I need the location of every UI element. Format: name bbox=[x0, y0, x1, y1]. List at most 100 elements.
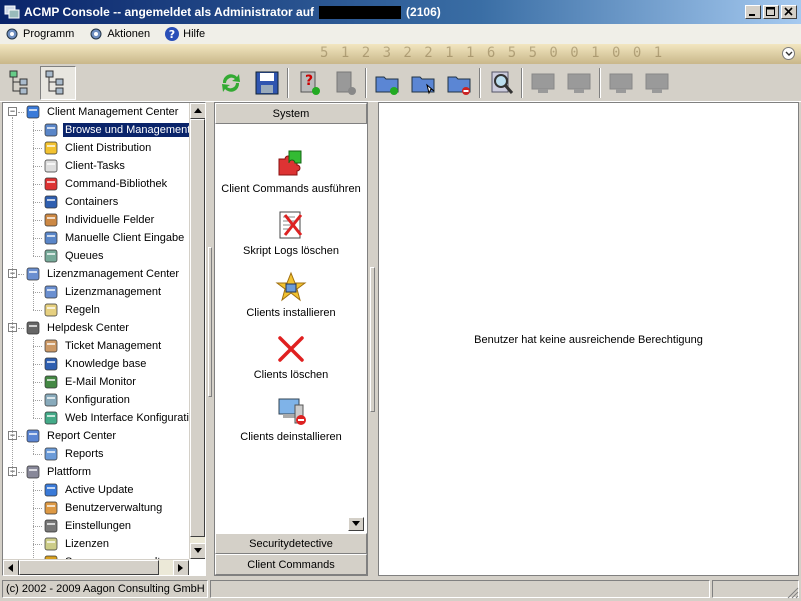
report-icon bbox=[44, 447, 58, 461]
tree-item[interactable]: Regeln bbox=[43, 301, 102, 319]
tree-item[interactable]: Client-Tasks bbox=[43, 157, 127, 175]
tree-view-button[interactable] bbox=[4, 66, 40, 100]
action-clients-deinstallieren[interactable]: Clients deinstallieren bbox=[215, 395, 367, 443]
tree-item[interactable]: Reports bbox=[43, 445, 106, 463]
tree-item[interactable]: Active Update bbox=[43, 481, 135, 499]
tree-item[interactable]: Client Distribution bbox=[43, 139, 153, 157]
tree-connector bbox=[33, 130, 42, 131]
toolbar-separator bbox=[521, 68, 523, 98]
tree-group-3[interactable]: Report Center bbox=[25, 427, 118, 445]
tree-item-label: Benutzerverwaltung bbox=[65, 502, 163, 514]
computer-remove-icon bbox=[336, 71, 356, 95]
computer-action-button-4[interactable] bbox=[639, 66, 675, 100]
tree-item[interactable]: Queues bbox=[43, 247, 106, 265]
menu-programm[interactable]: Programm bbox=[4, 26, 74, 42]
toolbar-separator bbox=[479, 68, 481, 98]
navigation-tree: − Client Management Center Browse und Mana… bbox=[2, 102, 206, 576]
close-button[interactable] bbox=[781, 5, 797, 19]
refresh-button[interactable] bbox=[213, 66, 249, 100]
save-button[interactable] bbox=[249, 66, 285, 100]
tree-splitter[interactable] bbox=[206, 102, 214, 576]
action-clients-loeschen[interactable]: Clients löschen bbox=[215, 333, 367, 381]
folder-remove-button[interactable] bbox=[441, 66, 477, 100]
app-icon bbox=[4, 5, 20, 19]
scroll-thumb[interactable] bbox=[19, 560, 159, 575]
folder-open-button[interactable] bbox=[405, 66, 441, 100]
resize-grip-icon[interactable] bbox=[787, 587, 799, 599]
group-header-client-commands[interactable]: Client Commands bbox=[215, 554, 367, 575]
tree-item[interactable]: Ticket Management bbox=[43, 337, 163, 355]
tree-item[interactable]: Browse und Management bbox=[43, 121, 193, 139]
delete-log-icon bbox=[279, 211, 303, 239]
group-header-system[interactable]: System bbox=[215, 103, 367, 124]
computer-action-button-1[interactable] bbox=[525, 66, 561, 100]
banner-collapse-button[interactable] bbox=[782, 47, 795, 60]
tree-item[interactable]: Lizenzen bbox=[43, 535, 111, 553]
tree-group-1[interactable]: Lizenzmanagement Center bbox=[25, 265, 181, 283]
settings-icon bbox=[44, 519, 58, 533]
computer-remove-button[interactable] bbox=[327, 66, 363, 100]
scroll-up-button[interactable] bbox=[190, 103, 205, 119]
action-client-commands[interactable]: Client Commands ausführen bbox=[215, 147, 367, 195]
tree-group-4[interactable]: Plattform bbox=[25, 463, 93, 481]
computer-help-icon: ? bbox=[300, 71, 320, 95]
star-icon bbox=[275, 271, 307, 302]
tree-connector bbox=[33, 364, 42, 365]
tree-group-2[interactable]: Helpdesk Center bbox=[25, 319, 131, 337]
rules-icon bbox=[44, 303, 58, 317]
queue-icon bbox=[44, 249, 58, 263]
tree-item-label: Knowledge base bbox=[65, 358, 147, 370]
tree-item[interactable]: Manuelle Client Eingabe bbox=[43, 229, 186, 247]
tree-item[interactable]: Lizenzmanagement bbox=[43, 283, 163, 301]
minimize-button[interactable] bbox=[745, 5, 761, 19]
action-clients-installieren[interactable]: Clients installieren bbox=[215, 271, 367, 319]
tree-item[interactable]: Benutzerverwaltung bbox=[43, 499, 164, 517]
computer-action-button-3[interactable] bbox=[603, 66, 639, 100]
config-icon bbox=[44, 393, 58, 407]
license-icon bbox=[26, 267, 40, 281]
tree-item[interactable]: Individuelle Felder bbox=[43, 211, 156, 229]
tree-view-alt-button[interactable] bbox=[40, 66, 76, 100]
scroll-left-button[interactable] bbox=[3, 560, 19, 575]
tree-item[interactable]: Web Interface Konfiguration bbox=[43, 409, 203, 427]
splitter-grip[interactable] bbox=[370, 267, 375, 412]
maximize-button[interactable] bbox=[763, 5, 779, 19]
menu-bar: Programm Aktionen ? Hilfe bbox=[0, 24, 801, 44]
content-splitter[interactable] bbox=[368, 102, 378, 576]
tree-item[interactable]: Containers bbox=[43, 193, 120, 211]
tree-item[interactable]: Einstellungen bbox=[43, 517, 133, 535]
tree-item[interactable]: E-Mail Monitor bbox=[43, 373, 138, 391]
tree-horizontal-scrollbar[interactable] bbox=[3, 559, 189, 575]
computer-help-button[interactable]: ? bbox=[291, 66, 327, 100]
scroll-down-button[interactable] bbox=[190, 543, 205, 559]
action-skript-logs-loeschen[interactable]: Skript Logs löschen bbox=[215, 209, 367, 257]
tree-connector bbox=[33, 283, 34, 310]
status-cell-main bbox=[210, 580, 710, 598]
tree-connector bbox=[33, 238, 42, 239]
redacted-hostname bbox=[319, 5, 402, 19]
tree-expander[interactable]: − bbox=[8, 107, 17, 116]
menu-aktionen[interactable]: Aktionen bbox=[88, 26, 150, 42]
scroll-thumb[interactable] bbox=[190, 119, 205, 537]
menu-hilfe[interactable]: ? Hilfe bbox=[164, 26, 205, 42]
tree-vertical-scrollbar[interactable] bbox=[189, 103, 205, 559]
computer-action-button-2[interactable] bbox=[561, 66, 597, 100]
server-icon bbox=[26, 465, 40, 479]
window-title-suffix: (2106) bbox=[406, 5, 441, 19]
folder-add-button[interactable] bbox=[369, 66, 405, 100]
group-header-securitydetective[interactable]: Securitydetective bbox=[215, 533, 367, 554]
tree-item[interactable]: Konfiguration bbox=[43, 391, 132, 409]
splitter-grip[interactable] bbox=[208, 247, 212, 397]
action-scroll-down-button[interactable] bbox=[348, 517, 364, 531]
scroll-right-button[interactable] bbox=[173, 560, 189, 575]
search-button[interactable] bbox=[483, 66, 519, 100]
tree-item[interactable]: Command-Bibliothek bbox=[43, 175, 169, 193]
document-icon bbox=[44, 159, 58, 173]
tree-item-label: Active Update bbox=[65, 484, 134, 496]
folder-open-icon bbox=[411, 76, 435, 95]
search-icon bbox=[491, 71, 514, 94]
toolbar: ? bbox=[0, 64, 801, 102]
tree-group-0[interactable]: Client Management Center bbox=[25, 103, 180, 121]
tree-item[interactable]: Knowledge base bbox=[43, 355, 148, 373]
refresh-icon bbox=[222, 74, 240, 92]
